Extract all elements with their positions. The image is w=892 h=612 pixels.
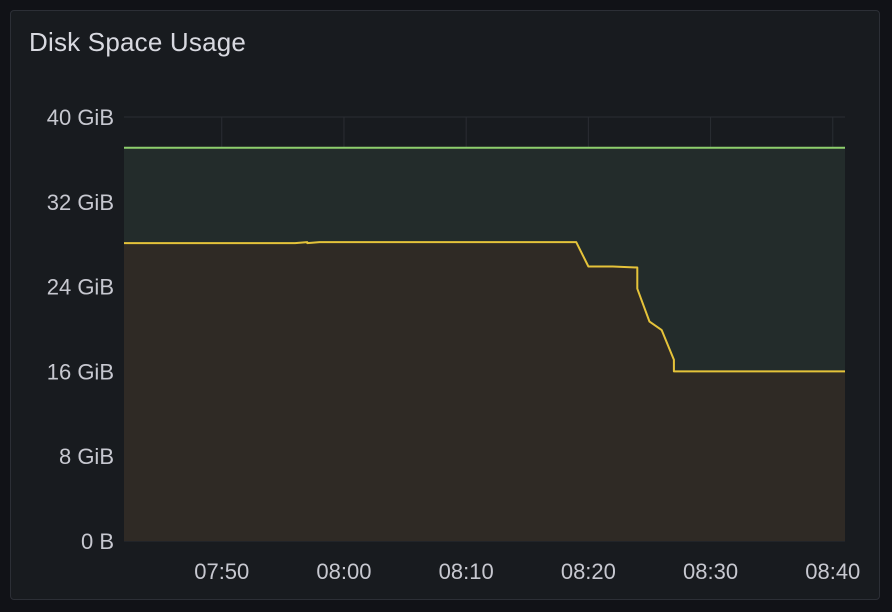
y-axis-ticks: 0 B 8 GiB 16 GiB 24 GiB 32 GiB 40 GiB bbox=[47, 105, 114, 554]
x-tick-label: 08:00 bbox=[316, 559, 371, 584]
x-tick-label: 08:40 bbox=[805, 559, 860, 584]
x-tick-label: 08:10 bbox=[439, 559, 494, 584]
x-tick-label: 08:20 bbox=[561, 559, 616, 584]
x-tick-label: 07:50 bbox=[194, 559, 249, 584]
y-tick-label: 0 B bbox=[81, 529, 114, 554]
y-tick-label: 24 GiB bbox=[47, 275, 114, 300]
y-tick-label: 32 GiB bbox=[47, 190, 114, 215]
y-tick-label: 8 GiB bbox=[59, 444, 114, 469]
x-tick-label: 08:30 bbox=[683, 559, 738, 584]
disk-space-chart: 0 B 8 GiB 16 GiB 24 GiB 32 GiB 40 GiB 07:50 08… bbox=[47, 105, 861, 584]
area-fills bbox=[124, 147, 845, 541]
y-tick-label: 40 GiB bbox=[47, 105, 114, 130]
x-axis-ticks: 07:50 08:00 08:10 08:20 08:30 08:40 bbox=[194, 559, 860, 584]
y-tick-label: 16 GiB bbox=[47, 359, 114, 384]
